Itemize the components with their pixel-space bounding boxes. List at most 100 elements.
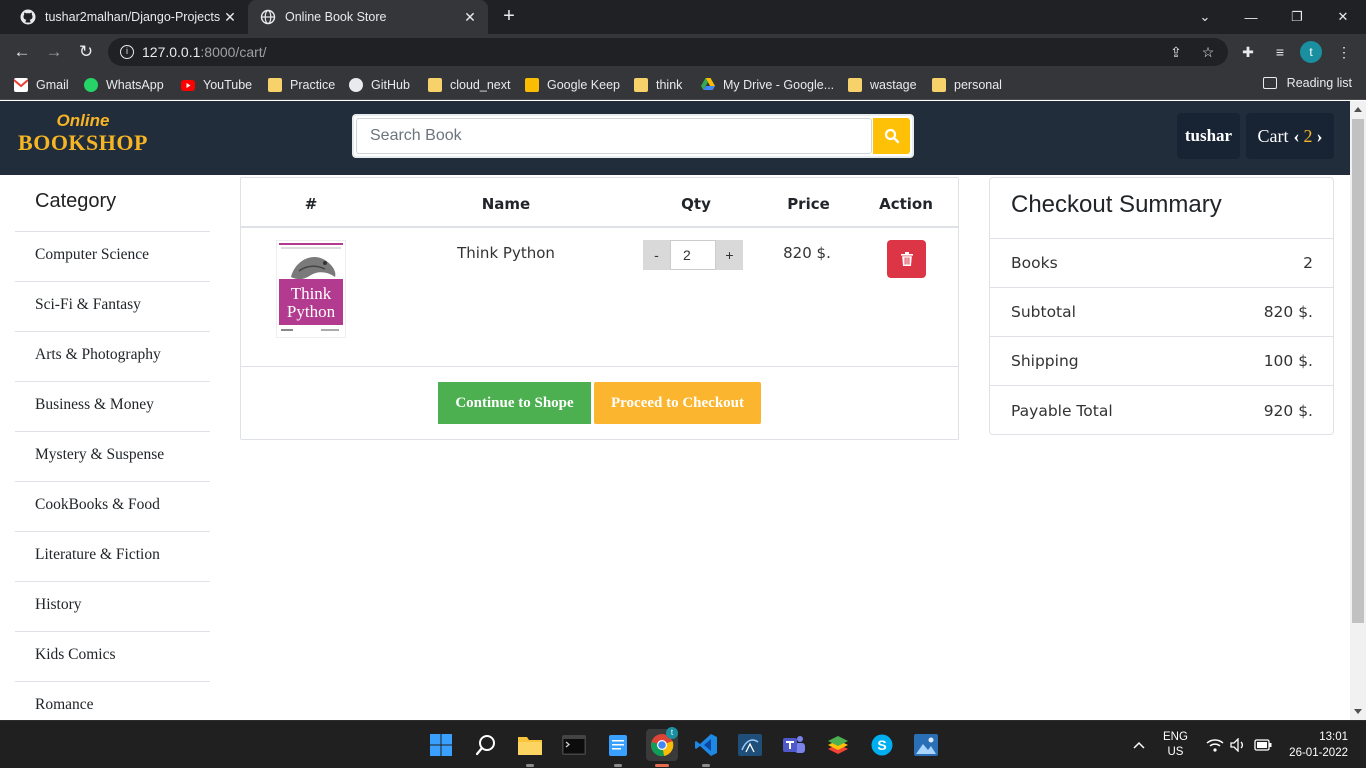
delete-item-button[interactable] <box>887 240 926 278</box>
bookmark-personal[interactable]: personal <box>932 76 1002 94</box>
category-item[interactable]: Literature & Fiction <box>15 532 210 582</box>
trash-icon <box>900 252 913 266</box>
info-icon[interactable]: i <box>120 45 134 59</box>
globe-icon <box>260 9 276 25</box>
volume-icon[interactable] <box>1230 721 1246 769</box>
tab-github[interactable]: tushar2malhan/Django-Projects ✕ <box>8 0 248 34</box>
cover-title-line-2: Python <box>287 302 336 321</box>
photos-icon[interactable] <box>910 729 942 761</box>
bookmark-whatsapp[interactable]: WhatsApp <box>84 76 164 94</box>
bookmark-think[interactable]: think <box>634 76 682 94</box>
summary-row-books: Books 2 <box>990 239 1333 288</box>
battery-icon[interactable] <box>1254 721 1272 769</box>
logo-line-2: BOOKSHOP <box>18 130 148 155</box>
bookmark-github[interactable]: GitHub <box>349 76 410 94</box>
bookmark-label: personal <box>954 78 1002 92</box>
summary-value: 100 $. <box>1263 352 1313 370</box>
url-field[interactable]: i 127.0.0.1:8000/cart/ <box>108 38 1228 66</box>
summary-value: 820 $. <box>1263 303 1313 321</box>
bookmark-star-icon[interactable]: ☆ <box>1196 40 1220 64</box>
cart-table: # Name Qty Price Action Think Python Thi… <box>240 177 959 440</box>
book-cover-image[interactable]: Think Python <box>276 240 346 338</box>
back-icon[interactable]: ← <box>10 40 34 64</box>
book-price: 820 $. <box>783 244 831 262</box>
reading-list-label: Reading list <box>1286 76 1352 90</box>
bookmark-label: wastage <box>870 78 917 92</box>
reload-icon[interactable]: ↻ <box>74 40 98 64</box>
terminal-icon[interactable] <box>558 729 590 761</box>
close-window-icon[interactable]: ✕ <box>1320 0 1366 34</box>
scroll-up-icon[interactable] <box>1354 107 1362 112</box>
continue-shopping-button[interactable]: Continue to Shope <box>438 382 591 424</box>
bookmark-gmail[interactable]: Gmail <box>13 76 69 94</box>
profile-avatar[interactable]: t <box>1300 41 1322 63</box>
maximize-icon[interactable]: ❐ <box>1274 0 1320 34</box>
reading-list-icon <box>1262 77 1277 89</box>
category-item[interactable]: Kids Comics <box>15 632 210 682</box>
category-item[interactable]: Sci-Fi & Fantasy <box>15 282 210 332</box>
category-item[interactable]: Mystery & Suspense <box>15 432 210 482</box>
bluestacks-icon[interactable] <box>822 729 854 761</box>
tab-online-book-store[interactable]: Online Book Store ✕ <box>248 0 488 34</box>
bookmark-wastage[interactable]: wastage <box>848 76 917 94</box>
file-explorer-icon[interactable] <box>514 729 546 767</box>
running-indicator <box>614 764 622 767</box>
bookmark-cloud-next[interactable]: cloud_next <box>428 76 510 94</box>
media-control-icon[interactable]: ≡ <box>1268 40 1292 64</box>
bookmark-my-drive[interactable]: My Drive - Google... <box>701 76 834 94</box>
keyboard-region: US <box>1167 746 1184 758</box>
extensions-icon[interactable]: ✚ <box>1236 40 1260 64</box>
scrollbar-thumb[interactable] <box>1352 119 1364 623</box>
search-input[interactable] <box>356 118 872 154</box>
bookmark-youtube[interactable]: YouTube <box>181 76 252 94</box>
user-menu-button[interactable]: tushar <box>1177 113 1240 159</box>
category-item[interactable]: Business & Money <box>15 382 210 432</box>
clock[interactable]: 13:01 26-01-2022 <box>1284 721 1348 769</box>
close-tab-icon[interactable]: ✕ <box>462 9 478 25</box>
category-item[interactable]: CookBooks & Food <box>15 482 210 532</box>
vscode-icon[interactable] <box>690 729 722 767</box>
share-icon[interactable]: ⇪ <box>1164 40 1188 64</box>
new-tab-icon[interactable]: + <box>498 6 520 28</box>
increase-qty-button[interactable]: + <box>716 240 743 270</box>
minimize-icon[interactable]: — <box>1228 0 1274 34</box>
close-tab-icon[interactable]: ✕ <box>222 9 238 25</box>
proceed-to-checkout-button[interactable]: Proceed to Checkout <box>594 382 761 424</box>
chevron-left-icon: ‹ <box>1293 125 1300 146</box>
reading-list-button[interactable]: Reading list <box>1262 76 1352 90</box>
language-indicator[interactable]: ENG US <box>1163 721 1188 769</box>
category-item[interactable]: Arts & Photography <box>15 332 210 382</box>
column-header-number: # <box>304 195 318 213</box>
category-item[interactable]: History <box>15 582 210 632</box>
search-icon[interactable] <box>470 729 502 761</box>
clock-date: 26-01-2022 <box>1289 747 1348 759</box>
book-name[interactable]: Think Python <box>441 244 571 262</box>
site-logo[interactable]: Online BOOKSHOP <box>18 111 148 155</box>
category-item[interactable]: Computer Science <box>15 232 210 282</box>
wifi-icon[interactable] <box>1206 721 1224 769</box>
bookmark-google-keep[interactable]: Google Keep <box>525 76 620 94</box>
tab-search-chevron-icon[interactable]: ⌄ <box>1182 0 1228 34</box>
url-path: :8000/cart/ <box>200 44 267 60</box>
mysql-workbench-icon[interactable] <box>734 729 766 761</box>
forward-icon[interactable]: → <box>42 40 66 64</box>
bookmark-label: WhatsApp <box>106 78 164 92</box>
decrease-qty-button[interactable]: - <box>643 240 670 270</box>
skype-icon[interactable]: S <box>866 729 898 761</box>
windows-start-icon[interactable] <box>425 729 457 761</box>
search-button[interactable] <box>873 118 910 154</box>
summary-label: Payable Total <box>1011 401 1113 420</box>
quantity-field[interactable]: 2 <box>670 240 716 270</box>
chrome-icon[interactable]: t <box>646 727 678 767</box>
scroll-down-icon[interactable] <box>1354 709 1362 714</box>
notepad-icon[interactable] <box>602 729 634 767</box>
cart-button[interactable]: Cart ‹ 2 › <box>1246 113 1334 159</box>
page-scrollbar[interactable] <box>1350 101 1366 720</box>
menu-kebab-icon[interactable]: ⋮ <box>1332 40 1356 64</box>
show-hidden-icons-icon[interactable] <box>1133 721 1145 769</box>
language-code: ENG <box>1163 731 1188 743</box>
folder-icon <box>848 78 862 92</box>
bookmark-practice[interactable]: Practice <box>268 76 335 94</box>
teams-icon[interactable] <box>778 729 810 761</box>
bookmark-label: cloud_next <box>450 78 511 92</box>
